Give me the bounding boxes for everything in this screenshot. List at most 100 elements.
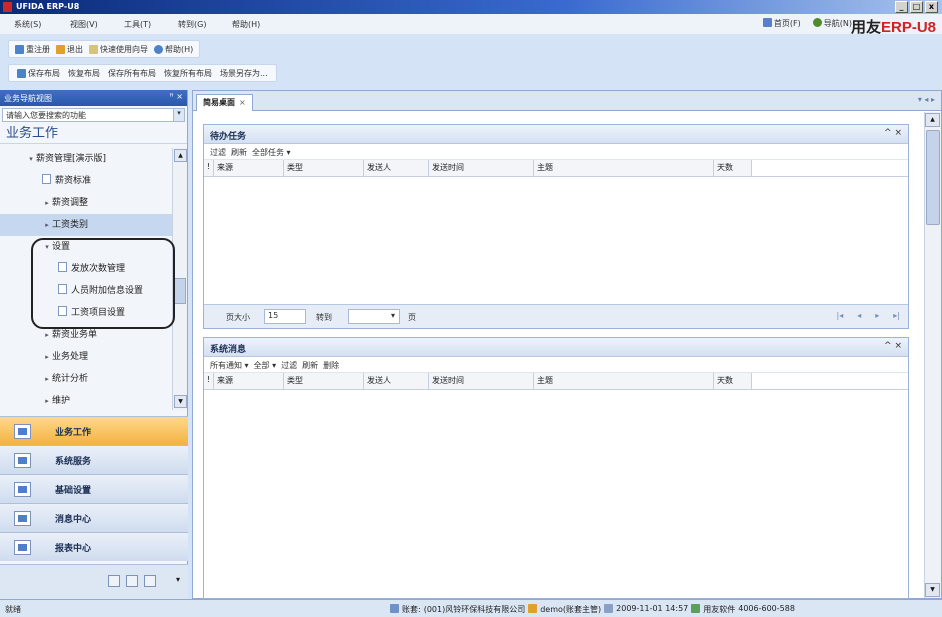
tree-node-salary-standard[interactable]: 薪资标准 (0, 170, 172, 192)
page-size-field[interactable]: 15 (264, 309, 306, 324)
scroll-up-icon[interactable]: ▲ (174, 149, 187, 162)
restore-all-layouts-button[interactable]: 恢复所有布局 (164, 68, 212, 78)
col-priority[interactable]: ! (204, 160, 214, 176)
tab-scroll-icon[interactable]: ▾ ◂ ▸ (918, 95, 935, 104)
scroll-up-icon[interactable]: ▲ (925, 113, 940, 127)
main-toolbar: 重注册 退出 快速使用向导 帮助(H) (8, 40, 201, 58)
nav-system-service[interactable]: 系统服务 (0, 445, 188, 474)
minimize-button[interactable]: _ (895, 1, 908, 13)
scroll-down-icon[interactable]: ▼ (925, 583, 940, 597)
tree-node-maintenance[interactable]: ▸ 维护 (0, 390, 172, 410)
col-days[interactable]: 天数 (714, 373, 752, 389)
help-icon (154, 44, 163, 54)
tree-node-statistics[interactable]: ▸ 统计分析 (0, 368, 172, 390)
nav-business-work[interactable]: 业务工作 (0, 416, 188, 445)
all-notices-dropdown[interactable]: 所有通知 ▾ (210, 360, 249, 370)
col-source[interactable]: 来源 (214, 160, 284, 176)
filter-button[interactable]: 过滤 (281, 360, 297, 370)
expand-icon[interactable]: ▸ (42, 390, 52, 410)
menu-bar: 系统(S) 视图(V) 工具(T) 转到(G) 帮助(H) 首页(F) 导航(N… (0, 14, 942, 36)
all-dropdown[interactable]: 全部 ▾ (254, 360, 277, 370)
filter-button[interactable]: 过滤 (210, 147, 226, 157)
save-scene-as-button[interactable]: 场景另存为... (220, 68, 268, 78)
col-subject[interactable]: 主题 (534, 373, 714, 389)
scroll-down-icon[interactable]: ▼ (174, 395, 187, 408)
refresh-button[interactable]: 刷新 (302, 360, 318, 370)
col-priority[interactable]: ! (204, 373, 214, 389)
calendar-icon (604, 604, 614, 613)
small-nav-icon[interactable] (126, 575, 138, 587)
restore-layout-button[interactable]: 恢复布局 (68, 68, 100, 78)
menu-help[interactable]: 帮助(H) (232, 19, 260, 30)
relogin-button[interactable]: 重注册 (15, 43, 50, 55)
menu-tools[interactable]: 工具(T) (124, 19, 151, 30)
account-icon (390, 604, 399, 613)
page-size-label: 页大小 (226, 313, 250, 322)
last-page-icon[interactable]: ▸| (893, 311, 900, 320)
home-link[interactable]: 首页(F) (762, 18, 801, 29)
collapse-close-icon[interactable]: ^ × (884, 341, 902, 351)
scroll-thumb[interactable] (174, 278, 186, 304)
tree-node-salary-adjust[interactable]: ▸ 薪资调整 (0, 192, 172, 214)
col-source[interactable]: 来源 (214, 373, 284, 389)
goto-page-field[interactable]: ▾ (348, 309, 400, 324)
col-type[interactable]: 类型 (284, 373, 364, 389)
col-sender[interactable]: 发送人 (364, 160, 429, 176)
tree-node-payroll[interactable]: ▾ 薪资管理[演示版] (0, 148, 172, 170)
todo-tasks-panel: 待办任务 ^ × 过滤 刷新 全部任务 ▾ ! 来源 类型 发送人 发送时间 主… (203, 124, 909, 329)
col-subject[interactable]: 主题 (534, 160, 714, 176)
next-page-icon[interactable]: ▸ (875, 311, 879, 320)
expand-icon[interactable]: ▸ (42, 192, 52, 214)
expand-icon[interactable]: ▸ (42, 368, 52, 390)
collapse-close-icon[interactable]: ^ × (884, 128, 902, 138)
delete-button[interactable]: 删除 (323, 360, 339, 370)
small-nav-icon[interactable] (144, 575, 156, 587)
expand-icon[interactable]: ▾ (26, 148, 36, 170)
chevron-down-icon[interactable]: ▾ (391, 311, 395, 320)
tab-simple-desktop[interactable]: 简易桌面 × (196, 94, 253, 111)
col-send-time[interactable]: 发送时间 (429, 373, 534, 389)
nav-basic-settings[interactable]: 基础设置 (0, 474, 188, 503)
save-all-layouts-button[interactable]: 保存所有布局 (108, 68, 156, 78)
col-sender[interactable]: 发送人 (364, 373, 429, 389)
col-type[interactable]: 类型 (284, 160, 364, 176)
scroll-thumb[interactable] (926, 130, 940, 225)
col-send-time[interactable]: 发送时间 (429, 160, 534, 176)
nav-message-center[interactable]: 消息中心 (0, 503, 188, 532)
maximize-button[interactable]: □ (910, 1, 923, 13)
col-days[interactable]: 天数 (714, 160, 752, 176)
close-tab-icon[interactable]: × (239, 98, 246, 107)
expand-icon[interactable]: ▸ (42, 214, 52, 236)
small-nav-icon[interactable] (108, 575, 120, 587)
first-page-icon[interactable]: |◂ (837, 311, 844, 320)
quick-wizard-label: 快速使用向导 (100, 44, 148, 54)
tree-node-label: 工资类别 (52, 220, 89, 230)
configure-buttons-icon[interactable]: ▾ (176, 575, 180, 584)
menu-system[interactable]: 系统(S) (14, 19, 41, 30)
tree-node-wage-category[interactable]: ▸ 工资类别 (0, 214, 172, 236)
nav-report-center[interactable]: 报表中心 (0, 532, 188, 561)
home-label: 首页(F) (773, 19, 801, 28)
menu-view[interactable]: 视图(V) (70, 19, 98, 30)
quick-wizard-button[interactable]: 快速使用向导 (89, 43, 148, 55)
help-button[interactable]: 帮助(H) (154, 43, 193, 55)
relogin-label: 重注册 (26, 44, 50, 54)
status-ready: 就绪 (5, 605, 21, 614)
prev-page-icon[interactable]: ◂ (857, 311, 861, 320)
save-layout-button[interactable]: 保存布局 (17, 68, 60, 78)
menu-goto[interactable]: 转到(G) (178, 19, 206, 30)
panel-pin-close-icon[interactable]: ꟸ × (169, 92, 183, 101)
refresh-button[interactable]: 刷新 (231, 147, 247, 157)
business-nav-panel: 业务导航视图 ꟸ × 请输入您要搜索的功能 ▾ 业务工作 ▾ 薪资管理[演示版] … (0, 90, 188, 599)
expand-icon[interactable]: ▸ (42, 346, 52, 368)
tree-node-label: 薪资标准 (55, 176, 92, 186)
system-messages-panel: 系统消息 ^ × 所有通知 ▾ 全部 ▾ 过滤 刷新 删除 ! 来源 类型 发送… (203, 337, 909, 599)
function-search-input[interactable]: 请输入您要搜索的功能 ▾ (2, 108, 185, 122)
exit-button[interactable]: 退出 (56, 43, 83, 55)
close-button[interactable]: x (925, 1, 938, 13)
chevron-down-icon[interactable]: ▾ (173, 109, 184, 121)
tree-node-business-process[interactable]: ▸ 业务处理 (0, 346, 172, 368)
main-scrollbar[interactable]: ▲ ▼ (924, 112, 941, 598)
nav-link[interactable]: 导航(N) (812, 18, 852, 29)
all-tasks-dropdown[interactable]: 全部任务 ▾ (252, 147, 291, 157)
